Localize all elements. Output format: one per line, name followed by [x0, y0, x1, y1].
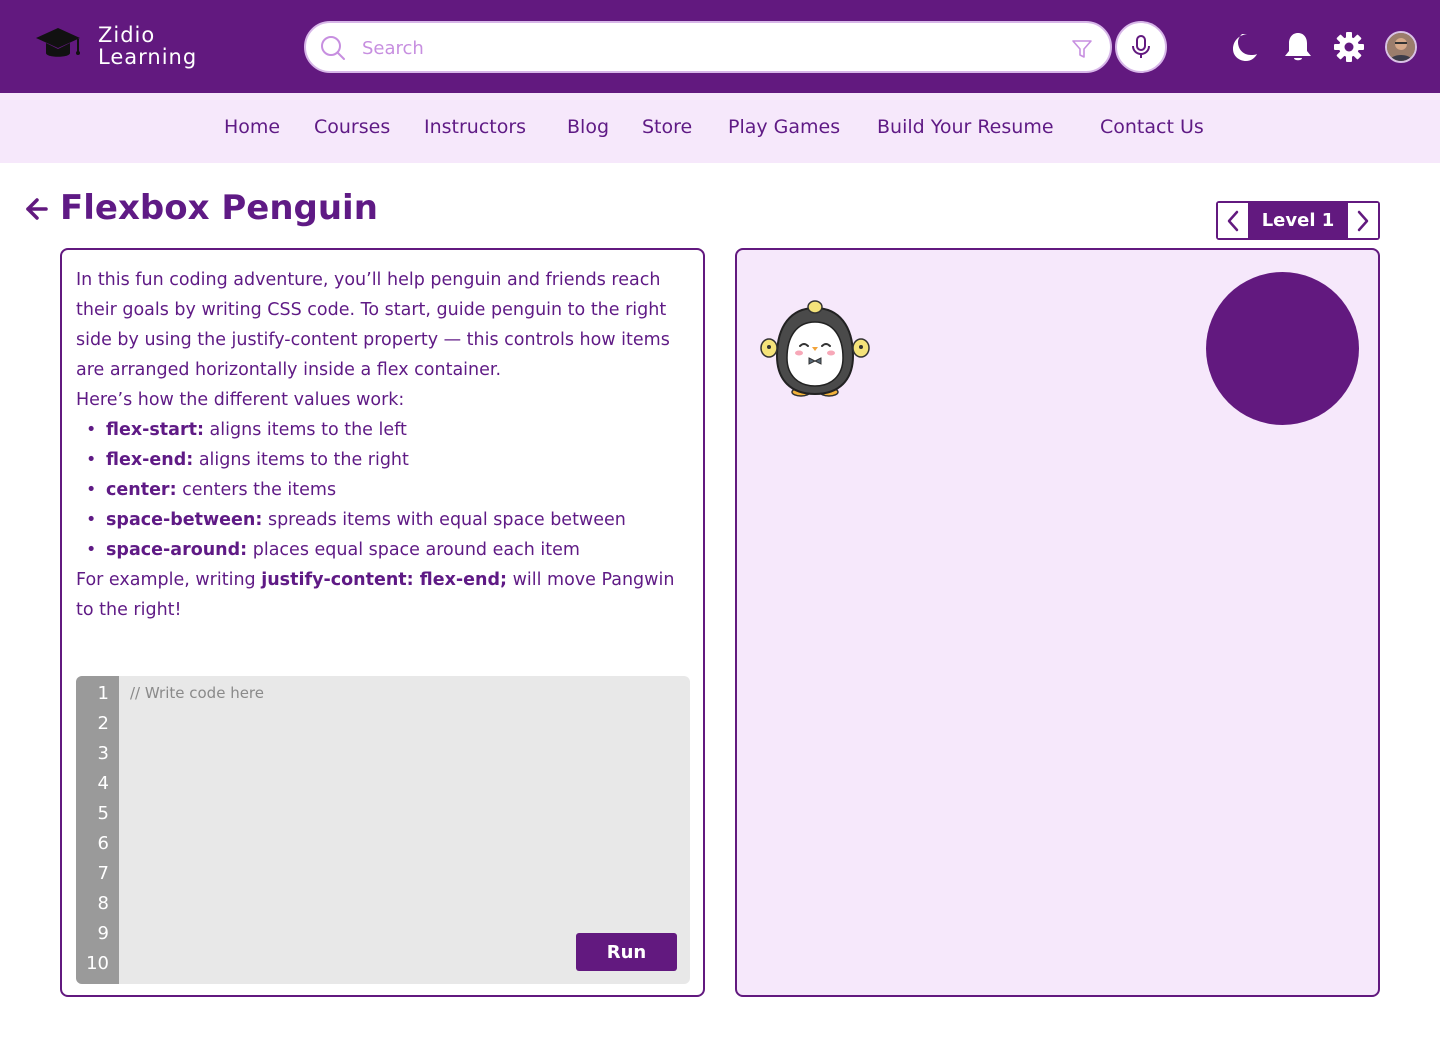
line-number: 8: [97, 893, 109, 914]
run-button[interactable]: Run: [576, 933, 677, 971]
level-selector: Level 1: [1216, 201, 1380, 240]
bell-icon: [1285, 33, 1311, 61]
intro-paragraph: In this fun coding adventure, you’ll hel…: [76, 270, 670, 380]
dark-mode-toggle[interactable]: [1228, 30, 1262, 64]
nav-item-blog[interactable]: Blog: [567, 116, 609, 138]
moon-icon: [1233, 34, 1257, 61]
nav-item-build-resume[interactable]: Build Your Resume: [877, 116, 1054, 138]
next-level-button[interactable]: [1348, 203, 1378, 238]
avatar-image: [1387, 33, 1415, 61]
voice-search-button[interactable]: [1115, 21, 1167, 73]
nav-item-store[interactable]: Store: [642, 116, 692, 138]
value-term: space-between:: [106, 510, 263, 530]
value-desc: spreads items with equal space between: [262, 510, 626, 530]
filter-icon[interactable]: [1070, 37, 1094, 61]
line-number: 9: [97, 923, 109, 944]
nav-item-contact-us[interactable]: Contact Us: [1100, 116, 1204, 138]
list-item: flex-end: aligns items to the right: [86, 445, 694, 475]
brand-line-2: Learning: [98, 45, 198, 69]
user-avatar[interactable]: [1385, 31, 1417, 63]
page-title: Flexbox Penguin: [60, 188, 378, 228]
penguin-character: [760, 300, 870, 397]
value-desc: centers the items: [176, 480, 337, 500]
code-input[interactable]: [130, 684, 670, 924]
level-label: Level 1: [1261, 210, 1335, 231]
game-board: [735, 248, 1380, 997]
values-heading: Here’s how the different values work:: [76, 390, 405, 410]
line-number-gutter: 1 2 3 4 5 6 7 8 9 10: [76, 676, 119, 984]
line-number: 2: [97, 713, 109, 734]
example-code: justify-content: flex-end;: [261, 570, 507, 590]
value-term: space-around:: [106, 540, 248, 560]
line-number: 4: [97, 773, 109, 794]
value-term: flex-end:: [106, 450, 194, 470]
instructions-text: In this fun coding adventure, you’ll hel…: [76, 265, 694, 625]
graduation-cap-icon: [36, 28, 80, 57]
brand-logo[interactable]: Zidio Learning: [34, 22, 196, 68]
example-paragraph: For example, writing justify-content: fl…: [76, 565, 694, 625]
line-number: 5: [97, 803, 109, 824]
notifications-button[interactable]: [1281, 30, 1315, 64]
brand-name: Zidio Learning: [98, 24, 197, 68]
search-input[interactable]: [362, 33, 1042, 63]
value-desc: places equal space around each item: [247, 540, 580, 560]
value-desc: aligns items to the left: [203, 420, 407, 440]
settings-button[interactable]: [1332, 30, 1366, 64]
brand-line-1: Zidio: [98, 23, 156, 47]
line-number: 7: [97, 863, 109, 884]
value-term: center:: [106, 480, 177, 500]
nav-item-play-games[interactable]: Play Games: [728, 116, 840, 138]
goal-circle: [1206, 272, 1359, 425]
list-item: center: centers the items: [86, 475, 694, 505]
chevron-right-icon: [1357, 210, 1369, 231]
main-nav: Home Courses Instructors Blog Store Play…: [0, 93, 1440, 163]
line-number: 10: [86, 953, 109, 974]
nav-item-instructors[interactable]: Instructors: [424, 116, 526, 138]
list-item: flex-start: aligns items to the left: [86, 415, 694, 445]
previous-level-button[interactable]: [1218, 203, 1248, 238]
list-item: space-around: places equal space around …: [86, 535, 694, 565]
line-number: 3: [97, 743, 109, 764]
line-number: 6: [97, 833, 109, 854]
chevron-left-icon: [1227, 210, 1239, 231]
microphone-icon: [1132, 35, 1150, 58]
search-bar: [304, 21, 1112, 73]
gear-icon: [1334, 32, 1364, 62]
search-icon: [321, 36, 345, 60]
top-header: Zidio Learning: [0, 0, 1440, 93]
nav-item-courses[interactable]: Courses: [314, 116, 390, 138]
back-arrow-icon[interactable]: [24, 195, 50, 223]
value-desc: aligns items to the right: [193, 450, 409, 470]
example-pre: For example, writing: [76, 570, 262, 590]
values-list: flex-start: aligns items to the left fle…: [76, 415, 694, 565]
code-editor: 1 2 3 4 5 6 7 8 9 10 Run: [76, 676, 690, 984]
line-number: 1: [97, 683, 109, 704]
nav-item-home[interactable]: Home: [224, 116, 280, 138]
instructions-card: In this fun coding adventure, you’ll hel…: [60, 248, 705, 997]
list-item: space-between: spreads items with equal …: [86, 505, 694, 535]
value-term: flex-start:: [106, 420, 204, 440]
